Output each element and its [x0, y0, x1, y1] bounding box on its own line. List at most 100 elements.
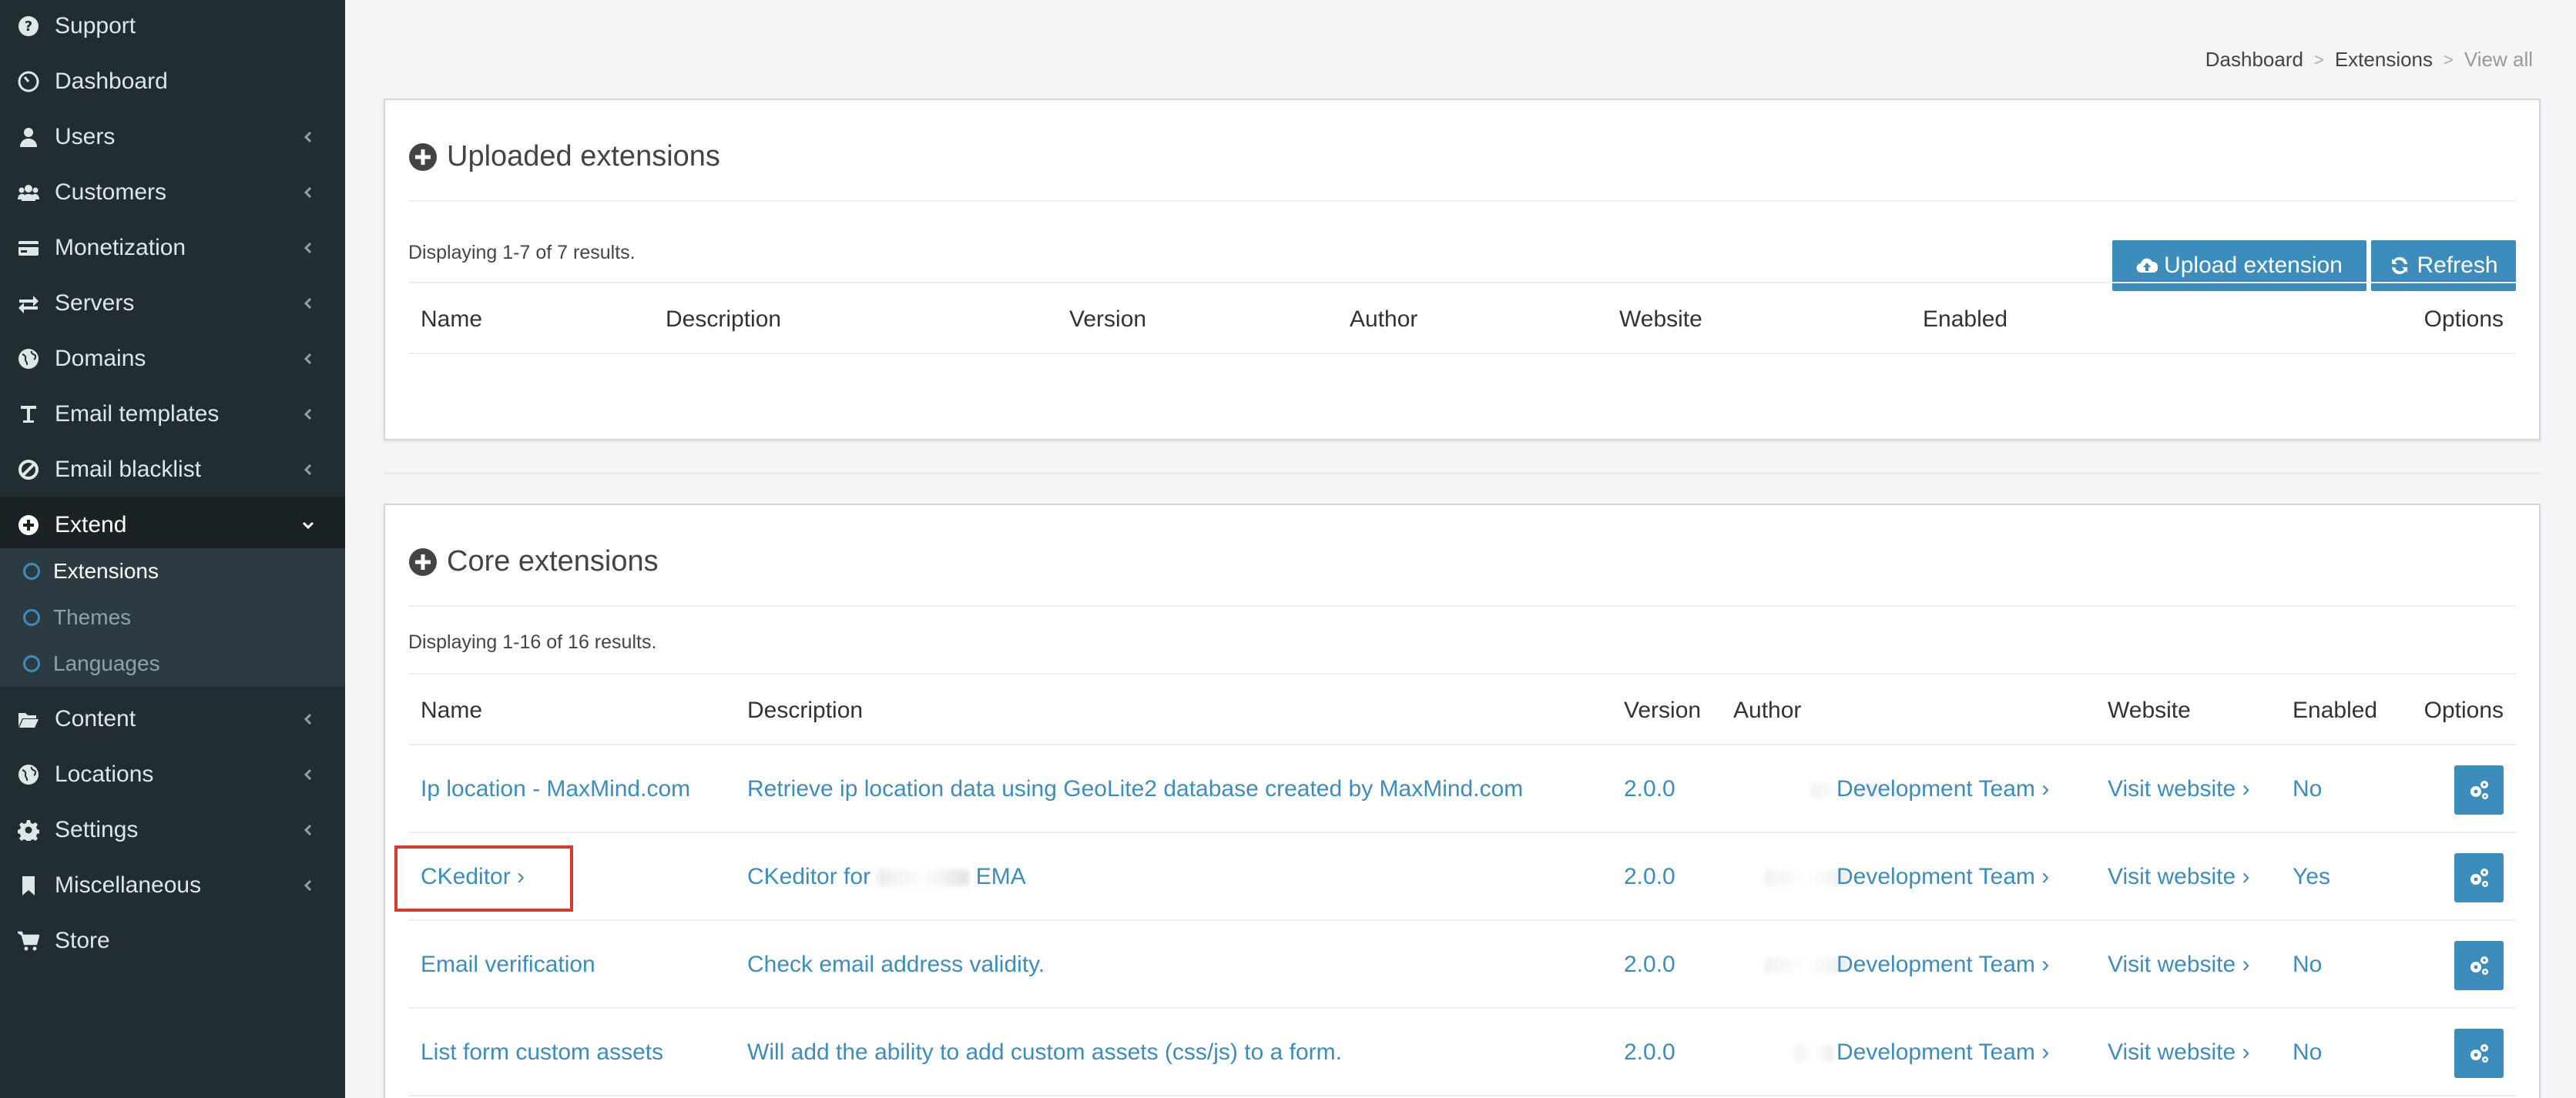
breadcrumb-separator: >: [2313, 49, 2324, 69]
sidebar-item-label: Support: [55, 13, 136, 38]
chevron-down-icon: [300, 517, 316, 533]
chevron-left-icon: [300, 407, 316, 422]
chevron-left-icon: [300, 462, 316, 477]
sidebar-item-label: Dashboard: [55, 69, 168, 94]
cart-icon: [17, 929, 40, 952]
options-button[interactable]: [2454, 765, 2504, 815]
sidebar: ? Support Dashboard Users Customers Mone…: [0, 0, 345, 1098]
breadcrumb-dashboard[interactable]: Dashboard: [2205, 48, 2303, 72]
website-link[interactable]: Visit website ›: [2108, 864, 2250, 890]
panel-title-text: Core extensions: [447, 545, 659, 577]
sidebar-item-dashboard[interactable]: Dashboard: [0, 54, 345, 109]
ban-icon: [17, 458, 40, 481]
sidebar-item-label: Settings: [55, 817, 139, 842]
sidebar-item-label: Email blacklist: [55, 457, 202, 482]
column-header-version[interactable]: Version: [1624, 698, 1701, 724]
panel-header: Uploaded extensions: [408, 100, 2516, 202]
sidebar-item-domains[interactable]: Domains: [0, 331, 345, 387]
panel-header: Core extensions: [408, 505, 2516, 607]
column-header-enabled[interactable]: Enabled: [1923, 306, 2007, 333]
submenu-item-extensions[interactable]: Extensions: [0, 548, 345, 594]
circle-icon: [23, 655, 40, 672]
sidebar-item-label: Store: [55, 928, 110, 953]
description-text: EMA: [975, 864, 1026, 889]
sidebar-item-store[interactable]: Store: [0, 913, 345, 969]
breadcrumb-extensions[interactable]: Extensions: [2335, 48, 2433, 72]
submenu-item-themes[interactable]: Themes: [0, 594, 345, 641]
circle-icon: [23, 563, 40, 580]
extension-version[interactable]: 2.0.0: [1624, 864, 1675, 890]
highlight-annotation: [394, 845, 573, 912]
column-header-author[interactable]: Author: [1733, 698, 1801, 724]
column-header-website[interactable]: Website: [2108, 698, 2191, 724]
column-header-name[interactable]: Name: [421, 698, 482, 724]
website-link[interactable]: Visit website ›: [2108, 952, 2250, 978]
sidebar-item-miscellaneous[interactable]: Miscellaneous: [0, 858, 345, 913]
enabled-status[interactable]: No: [2293, 1039, 2322, 1066]
website-link[interactable]: Visit website ›: [2108, 776, 2250, 802]
extension-name-link[interactable]: Email verification: [421, 952, 595, 978]
sidebar-item-email-blacklist[interactable]: Email blacklist: [0, 442, 345, 497]
chevron-left-icon: [300, 822, 316, 838]
extension-name-link[interactable]: Ip location - MaxMind.com: [421, 776, 690, 802]
column-header-enabled[interactable]: Enabled: [2293, 698, 2377, 724]
dashboard-icon: [17, 70, 40, 93]
table-row: Ip location - MaxMind.com Retrieve ip lo…: [408, 745, 2516, 833]
sidebar-item-customers[interactable]: Customers: [0, 165, 345, 220]
table-header: Name Description Version Author Website …: [408, 282, 2516, 354]
sidebar-item-users[interactable]: Users: [0, 109, 345, 165]
plus-circle-icon: [409, 142, 437, 171]
column-header-options: Options: [2423, 698, 2504, 723]
refresh-icon: [2392, 256, 2408, 275]
extension-version[interactable]: 2.0.0: [1624, 952, 1675, 978]
sidebar-item-content[interactable]: Content: [0, 691, 345, 747]
extension-version[interactable]: 2.0.0: [1624, 1039, 1675, 1066]
plus-circle-icon: [409, 547, 437, 576]
author-link[interactable]: Development Team ›: [1836, 864, 2049, 890]
options-button[interactable]: [2454, 941, 2504, 990]
enabled-status[interactable]: Yes: [2293, 864, 2330, 890]
column-header-version[interactable]: Version: [1069, 306, 1146, 333]
sidebar-item-locations[interactable]: Locations: [0, 747, 345, 802]
options-button[interactable]: [2454, 853, 2504, 902]
extension-description[interactable]: Retrieve ip location data using GeoLite2…: [747, 776, 1523, 802]
table-row: List form custom assets Will add the abi…: [408, 1009, 2516, 1096]
enabled-status[interactable]: No: [2293, 776, 2322, 802]
sidebar-item-label: Locations: [55, 762, 154, 787]
extension-description[interactable]: CKeditor for EMA: [747, 864, 1026, 890]
options-button[interactable]: [2454, 1029, 2504, 1078]
result-count: Displaying 1-7 of 7 results.: [408, 242, 636, 263]
panel-title: Uploaded extensions: [408, 140, 720, 173]
column-header-description[interactable]: Description: [666, 306, 781, 333]
svg-text:?: ?: [25, 18, 32, 35]
table-header: Name Description Version Author Website …: [408, 673, 2516, 745]
sidebar-item-extend[interactable]: Extend: [0, 497, 345, 553]
uploaded-extensions-panel: Uploaded extensions Upload extension Ref…: [384, 99, 2541, 440]
column-header-author[interactable]: Author: [1350, 306, 1417, 333]
sidebar-item-servers[interactable]: Servers: [0, 276, 345, 331]
column-header-website[interactable]: Website: [1619, 306, 1702, 333]
sidebar-item-email-templates[interactable]: Email templates: [0, 387, 345, 442]
plus-circle-icon: [17, 514, 40, 537]
column-header-description[interactable]: Description: [747, 698, 863, 724]
website-link[interactable]: Visit website ›: [2108, 1039, 2250, 1066]
extension-description[interactable]: Check email address validity.: [747, 952, 1045, 978]
extension-name-link[interactable]: List form custom assets: [421, 1039, 663, 1066]
extension-version[interactable]: 2.0.0: [1624, 776, 1675, 802]
extension-description[interactable]: Will add the ability to add custom asset…: [747, 1039, 1342, 1066]
enabled-status[interactable]: No: [2293, 952, 2322, 978]
chevron-left-icon: [300, 711, 316, 727]
author-link[interactable]: Development Team ›: [1836, 1039, 2049, 1066]
sidebar-item-label: Servers: [55, 290, 135, 316]
sidebar-item-monetization[interactable]: Monetization: [0, 220, 345, 276]
sidebar-item-support[interactable]: ? Support: [0, 0, 345, 54]
submenu-item-languages[interactable]: Languages: [0, 641, 345, 687]
sidebar-item-label: Email templates: [55, 401, 220, 427]
result-count: Displaying 1-16 of 16 results.: [408, 631, 657, 653]
author-link[interactable]: Development Team ›: [1836, 776, 2049, 802]
section-divider: [384, 473, 2541, 474]
column-header-name[interactable]: Name: [421, 306, 482, 333]
sidebar-item-settings[interactable]: Settings: [0, 802, 345, 858]
author-redacted: [1795, 1039, 1833, 1066]
author-link[interactable]: Development Team ›: [1836, 952, 2049, 978]
